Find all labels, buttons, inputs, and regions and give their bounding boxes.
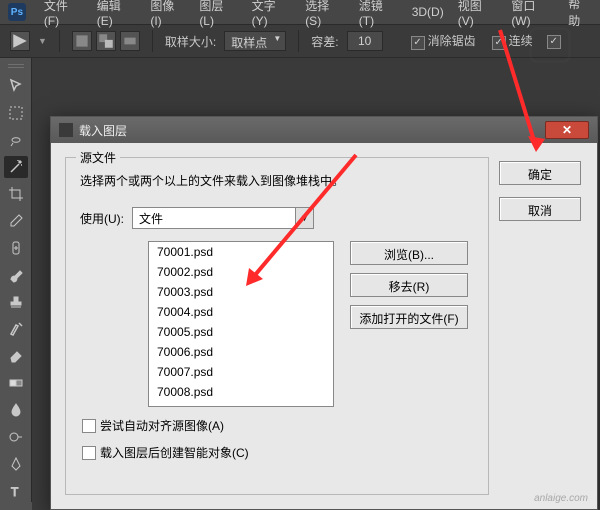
menu-image[interactable]: 图像(I) — [150, 0, 185, 28]
history-brush-tool[interactable] — [4, 318, 28, 340]
use-label: 使用(U): — [80, 210, 124, 227]
menu-layer[interactable]: 图层(L) — [199, 0, 237, 28]
options-bar: ▼ 取样大小: 取样点 ▼ 容差: ✓消除锯齿 ✓连续 ✓ — [0, 24, 600, 58]
antialias-checkbox[interactable]: ✓消除锯齿 — [411, 32, 476, 50]
list-item[interactable]: 70007.psd — [149, 362, 333, 382]
crop-tool[interactable] — [4, 183, 28, 205]
sample-merged-icon[interactable] — [120, 31, 140, 51]
list-item[interactable]: 70009.psd — [149, 402, 333, 407]
list-item[interactable]: 70005.psd — [149, 322, 333, 342]
healing-tool[interactable] — [4, 237, 28, 259]
tolerance-input[interactable] — [347, 31, 383, 51]
ok-button[interactable]: 确定 — [499, 161, 581, 185]
pen-tool[interactable] — [4, 453, 28, 475]
source-fieldset: 源文件 选择两个或两个以上的文件来载入到图像堆栈中。 使用(U): 文件 ▼ 7… — [65, 157, 489, 495]
menu-window[interactable]: 窗口(W) — [511, 0, 554, 28]
dialog-titlebar[interactable]: 载入图层 ✕ — [51, 117, 597, 143]
sample-size-label: 取样大小: — [165, 33, 216, 50]
list-item[interactable]: 70002.psd — [149, 262, 333, 282]
menu-filter[interactable]: 滤镜(T) — [359, 0, 398, 28]
brush-tool[interactable] — [4, 264, 28, 286]
menu-view[interactable]: 视图(V) — [458, 0, 498, 28]
contiguous-checkbox[interactable]: ✓连续 — [492, 32, 533, 50]
menu-file[interactable]: 文件(F) — [44, 0, 83, 28]
eraser-tool[interactable] — [4, 345, 28, 367]
lasso-tool[interactable] — [4, 129, 28, 151]
ps-logo-icon: Ps — [8, 3, 26, 21]
watermark-icon — [530, 28, 570, 62]
blur-tool[interactable] — [4, 399, 28, 421]
menu-type[interactable]: 文字(Y) — [252, 0, 292, 28]
browse-button[interactable]: 浏览(B)... — [350, 241, 468, 265]
stamp-tool[interactable] — [4, 291, 28, 313]
add-open-files-button[interactable]: 添加打开的文件(F) — [350, 305, 468, 329]
svg-text:T: T — [11, 485, 19, 499]
list-item[interactable]: 70004.psd — [149, 302, 333, 322]
sample-size-select[interactable]: 取样点 ▼ — [224, 31, 286, 51]
sample-all-icon[interactable] — [96, 31, 116, 51]
tool-preset-icon[interactable] — [10, 31, 30, 51]
cancel-button[interactable]: 取消 — [499, 197, 581, 221]
marquee-tool[interactable] — [4, 102, 28, 124]
use-combo[interactable]: 文件 ▼ — [132, 207, 314, 229]
gradient-tool[interactable] — [4, 372, 28, 394]
eyedropper-tool[interactable] — [4, 210, 28, 232]
auto-align-checkbox[interactable]: 尝试自动对齐源图像(A) — [82, 417, 474, 434]
dodge-tool[interactable] — [4, 426, 28, 448]
dialog-icon — [59, 123, 73, 137]
type-tool[interactable]: T — [4, 480, 28, 502]
sample-mode-icons — [72, 31, 140, 51]
list-item[interactable]: 70001.psd — [149, 242, 333, 262]
dialog-title: 载入图层 — [79, 122, 545, 139]
menubar: Ps 文件(F) 编辑(E) 图像(I) 图层(L) 文字(Y) 选择(S) 滤… — [0, 0, 600, 24]
list-item[interactable]: 70006.psd — [149, 342, 333, 362]
list-item[interactable]: 70003.psd — [149, 282, 333, 302]
menu-help[interactable]: 帮助 — [568, 0, 592, 29]
list-item[interactable]: 70008.psd — [149, 382, 333, 402]
fieldset-legend: 源文件 — [76, 149, 120, 166]
chevron-down-icon[interactable]: ▼ — [296, 207, 314, 229]
load-layers-dialog: 载入图层 ✕ 源文件 选择两个或两个以上的文件来载入到图像堆栈中。 使用(U):… — [50, 116, 598, 510]
remove-button[interactable]: 移去(R) — [350, 273, 468, 297]
hint-text: 选择两个或两个以上的文件来载入到图像堆栈中。 — [80, 172, 474, 189]
create-smart-object-checkbox[interactable]: 载入图层后创建智能对象(C) — [82, 444, 474, 461]
file-listbox[interactable]: 70001.psd 70002.psd 70003.psd 70004.psd … — [148, 241, 334, 407]
watermark-text: anlaige.com — [534, 493, 588, 504]
close-button[interactable]: ✕ — [545, 121, 589, 139]
move-tool[interactable] — [4, 75, 28, 97]
tolerance-label: 容差: — [311, 33, 338, 50]
sample-layers-icon[interactable] — [72, 31, 92, 51]
menu-edit[interactable]: 编辑(E) — [97, 0, 137, 28]
menu-3d[interactable]: 3D(D) — [412, 5, 444, 19]
tools-panel: T — [0, 58, 32, 502]
magic-wand-tool[interactable] — [4, 156, 28, 178]
menu-select[interactable]: 选择(S) — [305, 0, 345, 28]
